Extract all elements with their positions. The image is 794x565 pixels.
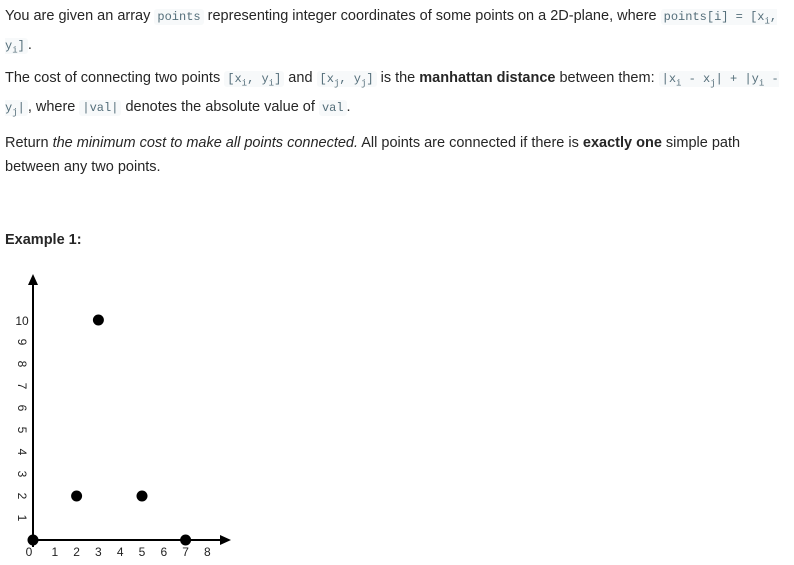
problem-description: You are given an array points representi…: [0, 0, 794, 565]
data-points: [27, 314, 192, 546]
italic-text: the minimum cost to make all points conn…: [52, 135, 359, 151]
x-tick-label: 2: [73, 545, 80, 559]
text: between them:: [555, 70, 659, 86]
data-point: [180, 534, 192, 546]
y-tick-label: 9: [15, 339, 29, 346]
y-tick-label: 6: [15, 405, 29, 412]
x-tick-label: 0: [26, 545, 33, 559]
code-abs-val: |val|: [79, 100, 122, 117]
x-tick-label: 1: [51, 545, 58, 559]
code-points: points: [154, 9, 204, 25]
text: is the: [376, 70, 420, 86]
text: .: [346, 99, 351, 116]
y-tick-label: 4: [15, 449, 29, 456]
code-point-j: [xj, yj]: [316, 71, 377, 88]
y-tick-labels: 1 2 3 4 5 6 7 8 9 10: [15, 314, 29, 522]
x-tick-label: 3: [95, 545, 102, 559]
code-val: val: [318, 100, 347, 117]
paragraph-cost: The cost of connecting two points [xi, y…: [5, 66, 787, 125]
example-scatter-plot: 012345678 12345678910: [15, 274, 231, 559]
text: denotes the absolute value of: [121, 99, 319, 116]
x-tick-labels: 0 1 2 3 4 56 7 8: [26, 545, 211, 559]
text: All points are connected if there is: [358, 135, 583, 151]
y-tick-label: 1: [15, 515, 29, 522]
data-point: [71, 490, 83, 502]
x-tick-label: 5: [139, 545, 146, 559]
x-tick-label: 6: [160, 545, 167, 559]
y-tick-label: 7: [15, 383, 29, 390]
paragraph-intro: You are given an array points representi…: [5, 4, 787, 63]
data-point: [136, 490, 148, 502]
example-title: Example 1:: [5, 232, 82, 248]
text: .: [27, 37, 32, 54]
y-tick-label: 3: [15, 471, 29, 478]
text: and: [284, 70, 317, 86]
y-tick-label: 2: [15, 493, 29, 500]
data-point: [92, 314, 104, 326]
y-axis-arrow-icon: [28, 274, 38, 285]
x-tick-label: 8: [204, 545, 211, 559]
bold-manhattan-distance: manhattan distance: [419, 70, 556, 86]
paragraph-return: Return the minimum cost to make all poin…: [5, 131, 787, 179]
x-tick-label: 4: [117, 545, 124, 559]
bold-exactly-one: exactly one: [582, 135, 662, 151]
y-tick-label: 10: [15, 314, 29, 328]
x-axis-arrow-icon: [220, 535, 231, 545]
text: Return: [5, 135, 53, 151]
y-tick-label: 8: [15, 361, 29, 368]
text: representing integer coordinates of some…: [203, 8, 661, 24]
text: , where: [27, 99, 80, 116]
data-point: [27, 534, 39, 546]
y-tick-label: 5: [15, 427, 29, 434]
x-tick-label: 7: [182, 545, 189, 559]
code-point-i: [xi, yi]: [224, 71, 285, 88]
text: You are given an array: [5, 8, 155, 24]
text: The cost of connecting two points: [5, 70, 225, 86]
